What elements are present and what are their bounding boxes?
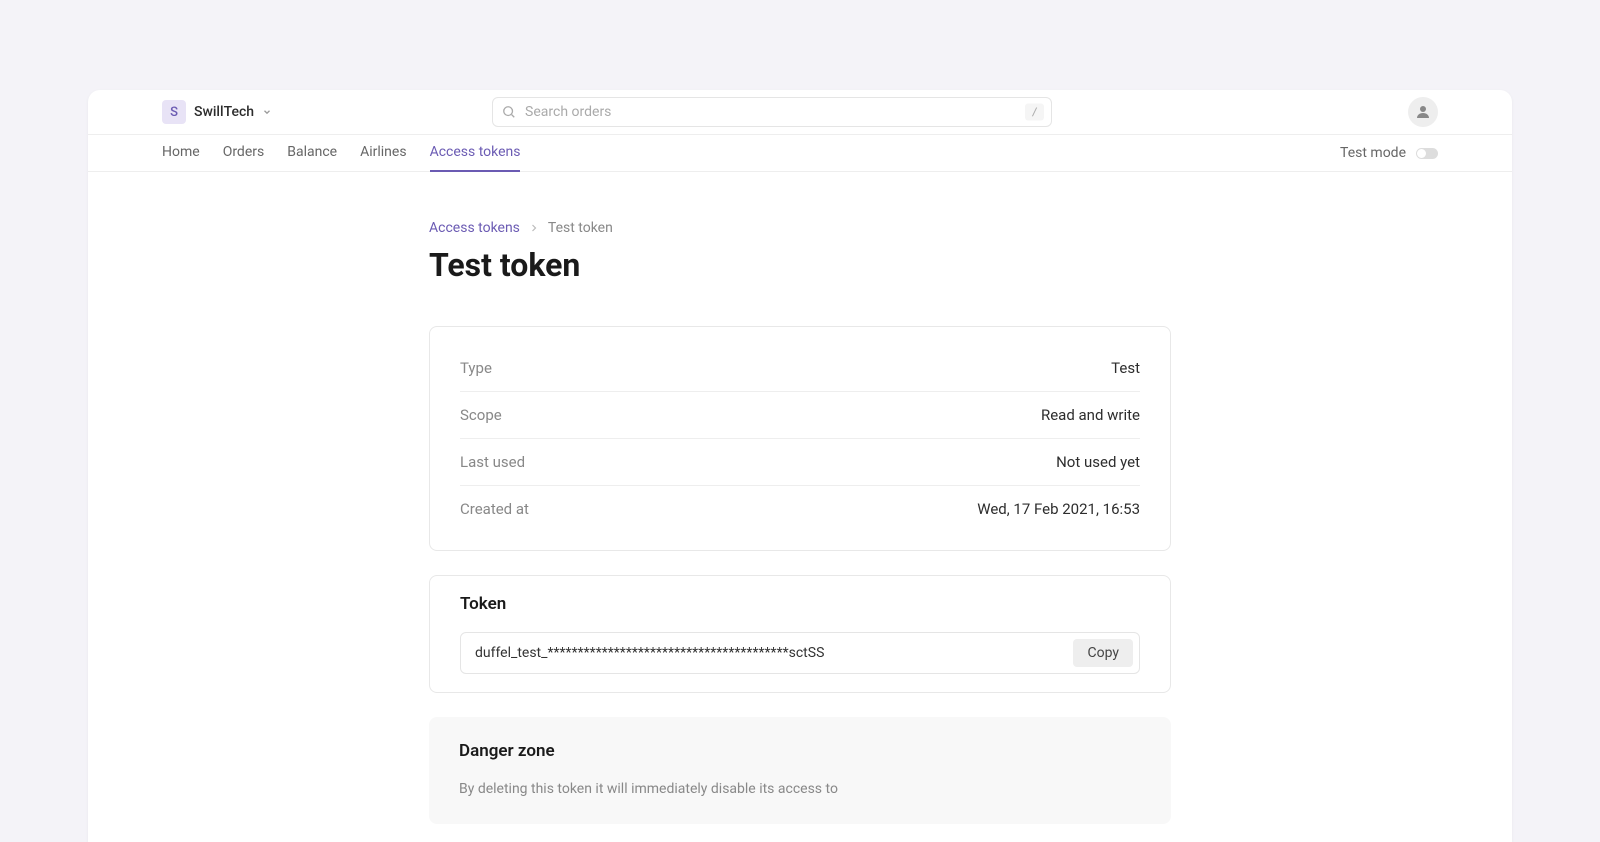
test-mode-label: Test mode <box>1340 145 1406 161</box>
search-input[interactable] <box>492 97 1052 127</box>
copy-button[interactable]: Copy <box>1073 639 1133 667</box>
detail-value: Test <box>1111 359 1140 377</box>
danger-zone-panel: Danger zone By deleting this token it wi… <box>429 717 1171 824</box>
org-name: SwillTech <box>194 104 254 120</box>
token-field: duffel_test_****************************… <box>460 632 1140 674</box>
danger-zone-title: Danger zone <box>459 741 1141 761</box>
detail-row-created-at: Created at Wed, 17 Feb 2021, 16:53 <box>460 486 1140 532</box>
search-container: / <box>492 97 1052 127</box>
detail-row-scope: Scope Read and write <box>460 392 1140 439</box>
nav-item-airlines[interactable]: Airlines <box>360 134 406 172</box>
nav-item-orders[interactable]: Orders <box>223 134 265 172</box>
user-icon <box>1415 104 1431 120</box>
nav-items: Home Orders Balance Airlines Access toke… <box>162 134 520 172</box>
detail-label: Last used <box>460 453 525 471</box>
detail-label: Created at <box>460 500 529 518</box>
token-panel: Token duffel_test_**********************… <box>429 575 1171 693</box>
avatar[interactable] <box>1408 97 1438 127</box>
detail-value: Wed, 17 Feb 2021, 16:53 <box>977 500 1140 518</box>
token-value: duffel_test_****************************… <box>475 645 1073 661</box>
test-mode-toggle[interactable] <box>1416 148 1438 159</box>
breadcrumb-parent-link[interactable]: Access tokens <box>429 220 520 236</box>
search-icon <box>502 105 516 119</box>
content: Access tokens Test token Test token Type… <box>88 172 1512 824</box>
detail-value: Read and write <box>1041 406 1140 424</box>
search-shortcut-badge: / <box>1025 104 1044 121</box>
nav-item-access-tokens[interactable]: Access tokens <box>430 134 521 172</box>
page-title: Test token <box>429 246 1171 284</box>
detail-value: Not used yet <box>1056 453 1140 471</box>
org-selector[interactable]: S SwillTech <box>162 100 272 124</box>
nav-item-home[interactable]: Home <box>162 134 200 172</box>
chevron-down-icon <box>262 107 272 117</box>
org-badge: S <box>162 100 186 124</box>
details-panel: Type Test Scope Read and write Last used… <box>429 326 1171 551</box>
detail-label: Scope <box>460 406 502 424</box>
detail-label: Type <box>460 359 492 377</box>
detail-row-last-used: Last used Not used yet <box>460 439 1140 486</box>
app-window: S SwillTech / Home Orders Balance Airlin… <box>88 90 1512 842</box>
navbar: Home Orders Balance Airlines Access toke… <box>88 135 1512 172</box>
token-panel-title: Token <box>460 594 1140 614</box>
danger-zone-text: By deleting this token it will immediate… <box>459 779 1141 800</box>
breadcrumb: Access tokens Test token <box>429 220 1171 236</box>
breadcrumb-current: Test token <box>548 220 613 236</box>
nav-item-balance[interactable]: Balance <box>287 134 337 172</box>
topbar: S SwillTech / <box>88 90 1512 135</box>
chevron-right-icon <box>530 224 538 232</box>
detail-row-type: Type Test <box>460 345 1140 392</box>
